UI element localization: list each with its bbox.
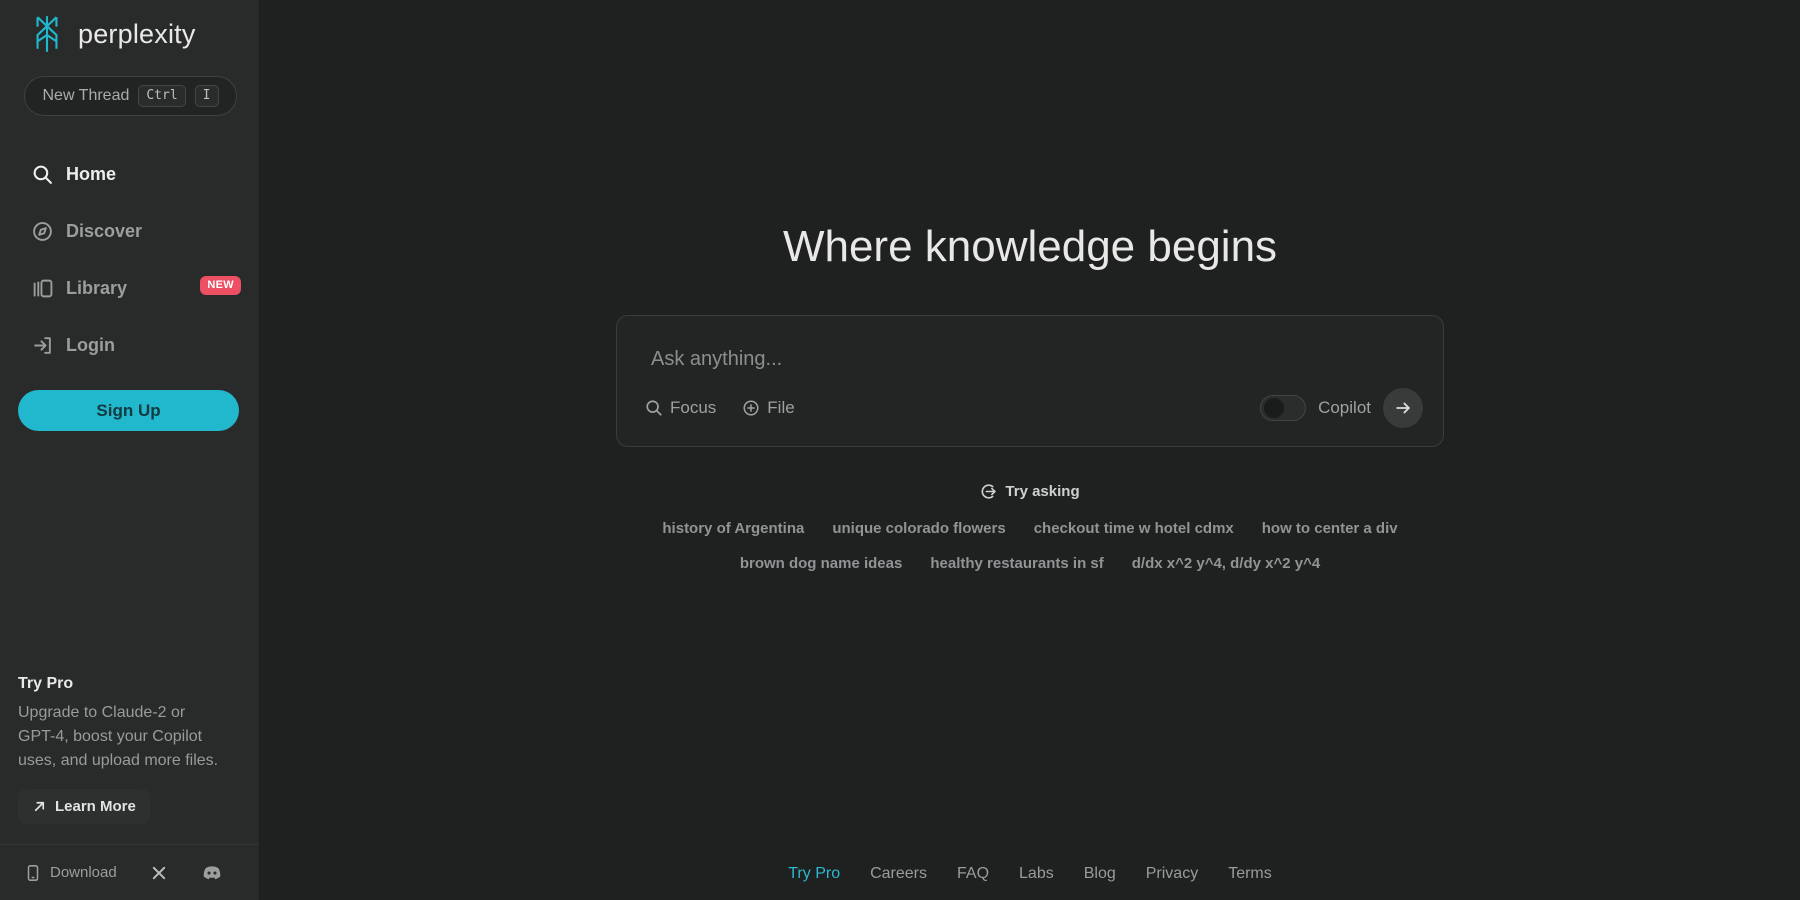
suggestion-chip[interactable]: healthy restaurants in sf bbox=[930, 555, 1103, 572]
sidebar-item-login[interactable]: Login bbox=[0, 317, 259, 374]
sidebar-item-library[interactable]: Library NEW bbox=[0, 260, 259, 317]
footer-links: Try Pro Careers FAQ Labs Blog Privacy Te… bbox=[788, 865, 1272, 883]
footer-link-terms[interactable]: Terms bbox=[1228, 865, 1272, 883]
suggestion-chip[interactable]: how to center a div bbox=[1262, 520, 1398, 537]
plus-circle-icon bbox=[742, 399, 760, 417]
learn-more-label: Learn More bbox=[55, 798, 136, 815]
try-pro-description: Upgrade to Claude-2 or GPT-4, boost your… bbox=[18, 701, 226, 773]
sidebar: perplexity New Thread Ctrl I Home Discov… bbox=[0, 0, 260, 900]
library-icon bbox=[32, 278, 53, 299]
copilot-toggle-knob bbox=[1264, 398, 1284, 418]
arrow-up-right-icon bbox=[32, 799, 47, 814]
download-button[interactable]: Download bbox=[24, 864, 117, 882]
footer-link-careers[interactable]: Careers bbox=[870, 865, 927, 883]
suggestion-chip[interactable]: d/dx x^2 y^4, d/dy x^2 y^4 bbox=[1132, 555, 1320, 572]
x-icon[interactable] bbox=[151, 865, 167, 881]
search-controls-right: Copilot bbox=[1260, 388, 1423, 428]
sidebar-nav: Home Discover Library NEW bbox=[0, 146, 259, 374]
footer-link-faq[interactable]: FAQ bbox=[957, 865, 989, 883]
compass-icon bbox=[32, 221, 53, 242]
suggestion-row-1: history of Argentina unique colorado flo… bbox=[662, 520, 1397, 537]
try-pro-title: Try Pro bbox=[18, 675, 241, 693]
sidebar-item-label: Login bbox=[66, 335, 115, 356]
kbd-ctrl: Ctrl bbox=[138, 85, 185, 107]
sidebar-bottom-bar: Download bbox=[0, 844, 259, 900]
copilot-label: Copilot bbox=[1318, 398, 1371, 418]
search-input[interactable]: Ask anything... bbox=[651, 348, 782, 371]
sidebar-item-home[interactable]: Home bbox=[0, 146, 259, 203]
download-label: Download bbox=[50, 864, 117, 881]
suggestion-row-2: brown dog name ideas healthy restaurants… bbox=[740, 555, 1320, 572]
footer-link-try-pro[interactable]: Try Pro bbox=[788, 865, 840, 883]
page-title: Where knowledge begins bbox=[783, 222, 1277, 272]
search-icon bbox=[645, 399, 663, 417]
main-content: Where knowledge begins Ask anything... F… bbox=[260, 0, 1800, 900]
brand-name: perplexity bbox=[78, 19, 196, 50]
sign-up-button[interactable]: Sign Up bbox=[18, 390, 239, 431]
sign-in-icon bbox=[32, 335, 53, 356]
new-thread-label: New Thread bbox=[43, 87, 130, 105]
file-label: File bbox=[767, 398, 794, 418]
suggestion-chip[interactable]: history of Argentina bbox=[662, 520, 804, 537]
arrow-right-icon bbox=[1394, 399, 1412, 417]
footer-link-labs[interactable]: Labs bbox=[1019, 865, 1054, 883]
sidebar-item-discover[interactable]: Discover bbox=[0, 203, 259, 260]
sidebar-spacer bbox=[0, 431, 259, 675]
file-button[interactable]: File bbox=[742, 398, 794, 418]
copilot-toggle[interactable] bbox=[1260, 395, 1306, 421]
search-controls: Focus File Copilot bbox=[645, 388, 1423, 428]
learn-more-button[interactable]: Learn More bbox=[18, 789, 150, 824]
new-badge: NEW bbox=[200, 276, 241, 295]
new-thread-button[interactable]: New Thread Ctrl I bbox=[24, 76, 237, 116]
kbd-i: I bbox=[195, 85, 219, 107]
sidebar-item-label: Library bbox=[66, 278, 127, 299]
discord-icon[interactable] bbox=[201, 862, 223, 884]
try-asking-header: Try asking bbox=[980, 483, 1079, 500]
focus-button[interactable]: Focus bbox=[645, 398, 716, 418]
suggestion-chip[interactable]: brown dog name ideas bbox=[740, 555, 903, 572]
submit-button[interactable] bbox=[1383, 388, 1423, 428]
footer-link-privacy[interactable]: Privacy bbox=[1146, 865, 1198, 883]
search-controls-left: Focus File bbox=[645, 398, 795, 418]
sidebar-item-label: Home bbox=[66, 164, 116, 185]
focus-label: Focus bbox=[670, 398, 716, 418]
perplexity-logo-icon bbox=[26, 13, 68, 55]
brand-logo[interactable]: perplexity bbox=[0, 0, 259, 58]
arrow-circle-icon bbox=[980, 483, 997, 500]
try-asking-label: Try asking bbox=[1005, 483, 1079, 500]
phone-icon bbox=[24, 864, 42, 882]
suggestion-chip[interactable]: unique colorado flowers bbox=[832, 520, 1005, 537]
search-icon bbox=[32, 164, 53, 185]
footer-link-blog[interactable]: Blog bbox=[1084, 865, 1116, 883]
search-box[interactable]: Ask anything... Focus bbox=[616, 315, 1444, 447]
try-pro-panel: Try Pro Upgrade to Claude-2 or GPT-4, bo… bbox=[0, 675, 259, 824]
sidebar-item-label: Discover bbox=[66, 221, 142, 242]
suggestion-chip[interactable]: checkout time w hotel cdmx bbox=[1034, 520, 1234, 537]
